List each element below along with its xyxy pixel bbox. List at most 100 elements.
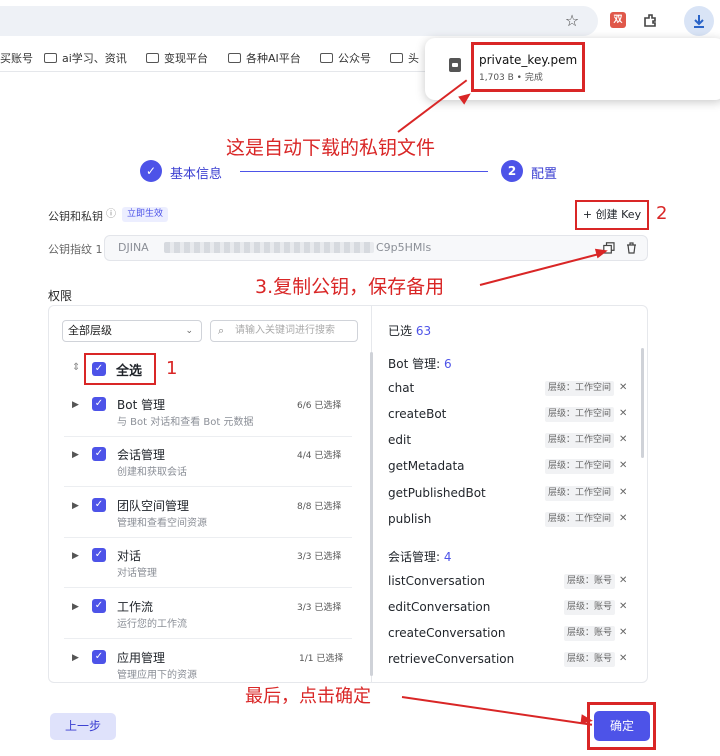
search-placeholder: 请输入关键词进行搜索 (235, 325, 335, 336)
expand-icon[interactable]: ▶ (72, 400, 79, 410)
bot-section-header: Bot 管理: 6 (388, 355, 452, 372)
delete-icon[interactable] (626, 242, 637, 256)
scrollbar[interactable] (370, 352, 373, 676)
expand-icon[interactable]: ▶ (72, 602, 79, 612)
group-checkbox[interactable]: ✓ (92, 447, 106, 461)
group-desc: 运行您的工作流 (117, 619, 187, 630)
group-count: 3/3 已选择 (297, 603, 342, 613)
bookmark-item[interactable]: 头 (390, 50, 419, 66)
remove-icon[interactable]: ✕ (619, 408, 627, 419)
section-count: 6 (443, 357, 452, 371)
permission-item-name: retrieveConversation (388, 652, 515, 666)
section-count: 4 (443, 550, 452, 564)
folder-icon (44, 53, 57, 63)
ok-button[interactable]: 确定 (594, 711, 650, 741)
remove-icon[interactable]: ✕ (619, 627, 627, 638)
fingerprint-blurred (164, 242, 374, 253)
bookmark-item[interactable]: 各种AI平台 (228, 50, 301, 66)
select-all-label: 全选 (116, 364, 143, 379)
download-filename[interactable]: private_key.pem (479, 53, 577, 67)
permission-item-name: edit (388, 433, 412, 447)
level-tag: 层级：账号 (564, 600, 616, 615)
expand-icon[interactable]: ▶ (72, 450, 79, 460)
bookmark-label: 公众号 (338, 52, 371, 65)
group-checkbox[interactable]: ✓ (92, 650, 106, 664)
group-count: 4/4 已选择 (297, 451, 342, 461)
remove-icon[interactable]: ✕ (619, 434, 627, 445)
group-name: 对话 (117, 549, 142, 563)
level-tag: 层级：工作空间 (545, 459, 615, 474)
download-highlight-box (471, 42, 585, 92)
level-select[interactable]: 全部层级 ⌄ (62, 320, 202, 342)
extension-icon[interactable]: 双CA (610, 12, 626, 41)
permissions-title: 权限 (48, 289, 73, 303)
permission-item-name: publish (388, 512, 432, 526)
search-input[interactable]: ⌕ 请输入关键词进行搜索 (210, 320, 358, 342)
remove-icon[interactable]: ✕ (619, 460, 627, 471)
row-divider (64, 486, 352, 487)
bookmark-label: 头 (408, 52, 419, 65)
permission-item-name: listConversation (388, 574, 485, 588)
annotation-copy-public-key: 3.复制公钥，保存备用 (255, 276, 445, 298)
remove-icon[interactable]: ✕ (619, 601, 627, 612)
search-icon: ⌕ (218, 324, 225, 337)
download-meta: 1,703 B • 完成 (479, 73, 543, 83)
remove-icon[interactable]: ✕ (619, 653, 627, 664)
group-desc: 与 Bot 对话和查看 Bot 元数据 (117, 417, 254, 428)
group-count: 8/8 已选择 (297, 502, 342, 512)
bookmark-item[interactable]: 变现平台 (146, 50, 208, 66)
group-count: 6/6 已选择 (297, 401, 342, 411)
group-checkbox[interactable]: ✓ (92, 498, 106, 512)
fingerprint-start: DJINA (118, 241, 149, 254)
group-checkbox[interactable]: ✓ (92, 599, 106, 613)
bookmark-label: ai学习、资讯 (62, 52, 127, 65)
bookmark-item[interactable]: 买账号 (0, 50, 33, 66)
folder-icon (228, 53, 241, 63)
permission-item-name: editConversation (388, 600, 491, 614)
remove-icon[interactable]: ✕ (619, 382, 627, 393)
step-2-label: 配置 (531, 167, 558, 182)
scrollbar[interactable] (641, 348, 644, 458)
remove-icon[interactable]: ✕ (619, 487, 627, 498)
group-count: 3/3 已选择 (297, 552, 342, 562)
star-icon[interactable]: ☆ (561, 10, 583, 32)
group-desc: 管理应用下的资源 (117, 670, 197, 681)
bookmark-item[interactable]: ai学习、资讯 (44, 50, 127, 66)
address-bar[interactable] (0, 6, 598, 36)
status-badge: 立即生效 (122, 207, 169, 222)
folder-icon (390, 53, 403, 63)
bookmark-item[interactable]: 公众号 (320, 50, 371, 66)
permission-item-name: getPublishedBot (388, 486, 486, 500)
group-name: 会话管理 (117, 448, 166, 462)
level-tag: 层级：账号 (564, 652, 616, 667)
level-tag: 层级：账号 (564, 626, 616, 641)
expand-icon[interactable]: ▶ (72, 653, 79, 663)
group-count: 1/1 已选择 (299, 654, 344, 664)
group-checkbox[interactable]: ✓ (92, 397, 106, 411)
remove-icon[interactable]: ✕ (619, 513, 627, 524)
annotation-final-click: 最后，点击确定 (245, 686, 371, 707)
info-icon[interactable]: ⓘ (106, 209, 116, 221)
permission-item-name: chat (388, 381, 415, 395)
expand-icon[interactable]: ▶ (72, 501, 79, 511)
download-icon[interactable] (684, 6, 714, 36)
annotation-step-2: 2 (656, 203, 668, 224)
level-tag: 层级：工作空间 (545, 433, 615, 448)
annotation-arrow (401, 696, 593, 726)
select-all-checkbox[interactable]: ✓ (92, 362, 106, 376)
selected-count: 63 (415, 324, 432, 338)
conversation-section-header: 会话管理: 4 (388, 548, 452, 565)
create-key-button[interactable]: + 创建 Key (578, 204, 646, 226)
sort-icon[interactable]: ⇕ (72, 362, 80, 373)
puzzle-icon[interactable] (640, 10, 662, 32)
bookmark-label: 买账号 (0, 52, 33, 65)
prev-button[interactable]: 上一步 (50, 713, 116, 740)
expand-icon[interactable]: ▶ (72, 551, 79, 561)
step-1-check-icon: ✓ (140, 160, 162, 182)
group-desc: 创建和获取会话 (117, 467, 187, 478)
group-desc: 对话管理 (117, 568, 157, 579)
remove-icon[interactable]: ✕ (619, 575, 627, 586)
group-checkbox[interactable]: ✓ (92, 548, 106, 562)
group-desc: 管理和查看空间资源 (117, 518, 207, 529)
level-tag: 层级：账号 (564, 574, 616, 589)
